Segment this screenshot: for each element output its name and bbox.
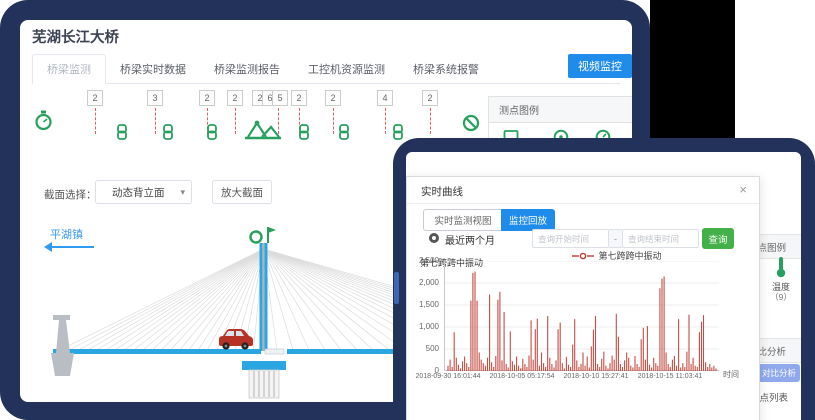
page-title: 芜湖长江大桥 — [32, 26, 119, 47]
screen: 芜湖长江大桥 桥梁监测 桥梁实时数据 桥梁监测报告 工控机资源监测 桥梁系统报警… — [0, 0, 815, 420]
tower-sensor-icon[interactable] — [251, 227, 277, 243]
chain-link-icon[interactable] — [206, 124, 218, 140]
tab-realtime-data[interactable]: 桥梁实时数据 — [106, 55, 200, 83]
sensor-count-badge[interactable]: 2 — [199, 90, 215, 106]
y-tick-label: 500 — [409, 344, 439, 353]
video-monitor-button[interactable]: 视频监控 — [568, 54, 632, 78]
bridge-sensor-cluster-icon[interactable] — [244, 116, 282, 147]
y-tick-label: 1,500 — [409, 300, 439, 309]
section-select-label: 截面选择： — [44, 187, 97, 202]
x-tick-label: 2018-09-30 16:01:44 — [413, 373, 483, 380]
x-axis-name: 时间 — [723, 369, 739, 380]
overlay-window: 测点图例 温度 （9） 对比分析 对比分析 测点列表 实时曲线 × 实时监测视图… — [406, 152, 801, 420]
chevron-down-icon: ▾ — [180, 187, 191, 198]
thermometer-icon[interactable] — [774, 256, 788, 283]
chain-link-icon[interactable] — [162, 124, 174, 140]
tab-ipc-resource[interactable]: 工控机资源监测 — [294, 55, 399, 83]
realtime-curve-dialog: 实时曲线 × 实时监测视图 监控回放 最近两个月 - 查询 第七跨跨中振动 第七… — [406, 176, 760, 420]
dialog-header: 实时曲线 × — [407, 177, 759, 204]
chain-link-icon[interactable] — [298, 124, 310, 140]
no-entry-icon[interactable] — [462, 114, 480, 137]
sensor-count-badge[interactable]: 2 — [325, 90, 341, 106]
section-select-value: 动态背立面 — [96, 185, 180, 200]
y-tick-label: 2,000 — [409, 278, 439, 287]
bridge-pier-cap — [242, 361, 286, 370]
sensor-dash-line — [155, 108, 156, 134]
close-icon[interactable]: × — [739, 182, 747, 197]
query-end-time-input[interactable] — [622, 229, 699, 248]
dark-backdrop — [650, 0, 735, 140]
tab-monitor-playback[interactable]: 监控回放 — [501, 209, 555, 231]
query-start-time-input[interactable] — [532, 229, 609, 248]
x-tick-label: 2018-10-15 11:03:41 — [635, 373, 705, 380]
dialog-title: 实时曲线 — [421, 184, 463, 199]
sensor-count-badge[interactable]: 3 — [147, 90, 163, 106]
chain-link-icon[interactable] — [392, 124, 404, 140]
sensor-dash-line — [235, 108, 236, 134]
tab-monitor-report[interactable]: 桥梁监测报告 — [200, 55, 294, 83]
sensor-count-badge[interactable]: 4 — [377, 90, 393, 106]
date-range-separator: - — [609, 229, 622, 248]
sensor-dash-line — [333, 108, 334, 134]
compare-analysis-button[interactable]: 对比分析 — [758, 364, 800, 382]
recent-two-months-radio[interactable] — [429, 233, 439, 243]
tab-bridge-monitor[interactable]: 桥梁监测 — [32, 54, 106, 84]
chain-link-icon[interactable] — [116, 124, 128, 140]
bridge-deck-joint — [265, 349, 284, 354]
tab-system-alarm[interactable]: 桥梁系统报警 — [399, 55, 493, 83]
temperature-count: （9） — [766, 291, 796, 303]
recent-two-months-label: 最近两个月 — [445, 232, 495, 247]
sensor-dash-line — [385, 108, 386, 134]
sensor-dash-line — [430, 108, 431, 134]
bridge-deck-left — [53, 349, 261, 354]
section-select[interactable]: 动态背立面 ▾ — [95, 180, 192, 204]
query-button[interactable]: 查询 — [702, 228, 734, 249]
enlarge-section-button[interactable]: 放大截面 — [212, 180, 272, 204]
scrollbar-thumb[interactable] — [394, 272, 399, 304]
sensor-count-badge[interactable]: 2 — [227, 90, 243, 106]
sensor-count-badge[interactable]: 5 — [272, 90, 288, 106]
legend-marker-icon — [572, 252, 594, 260]
vibration-chart[interactable] — [444, 261, 719, 371]
tab-realtime-view[interactable]: 实时监测视图 — [423, 209, 503, 231]
x-tick-label: 2018-10-10 15:27:41 — [561, 373, 631, 380]
stopwatch-icon[interactable] — [34, 110, 54, 137]
y-tick-label: 2,500 — [409, 256, 439, 265]
chain-link-icon[interactable] — [338, 124, 350, 140]
sensor-dash-line — [95, 108, 96, 134]
legend-panel-title: 测点图例 — [489, 97, 632, 123]
main-tabbar: 桥梁监测 桥梁实时数据 桥梁监测报告 工控机资源监测 桥梁系统报警 — [32, 56, 620, 84]
y-tick-label: 1,000 — [409, 322, 439, 331]
sensor-count-badge[interactable]: 2 — [87, 90, 103, 106]
sensor-count-badge[interactable]: 2 — [422, 90, 438, 106]
bridge-pier-piles — [249, 370, 279, 398]
bridge-abutment — [51, 315, 74, 376]
x-tick-label: 2018-10-05 05:17:54 — [487, 373, 557, 380]
sensor-count-badge[interactable]: 2 — [291, 90, 307, 106]
